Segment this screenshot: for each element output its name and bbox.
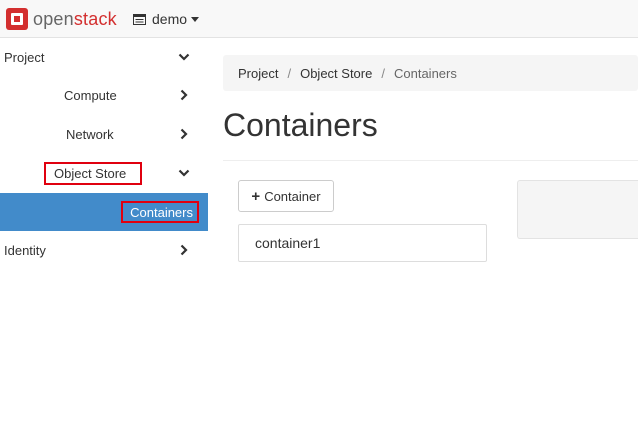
sidebar-item-compute[interactable]: Compute <box>0 76 208 115</box>
sidebar-item-project[interactable]: Project <box>0 38 208 77</box>
sidebar-item-label: Identity <box>4 243 46 258</box>
project-dropdown-label: demo <box>152 11 188 27</box>
sidebar-item-identity[interactable]: Identity <box>0 231 208 270</box>
chevron-down-icon <box>178 169 190 177</box>
chevron-down-icon <box>178 53 190 61</box>
container-name: container1 <box>255 235 321 251</box>
sidebar-item-network[interactable]: Network <box>0 115 208 154</box>
caret-down-icon <box>191 16 200 22</box>
breadcrumb-separator: / <box>287 65 292 81</box>
openstack-logo-icon <box>6 8 28 30</box>
sidebar-item-object-store[interactable]: Object Store <box>0 154 208 193</box>
add-container-label: Container <box>264 188 321 204</box>
sidebar-item-label: Project <box>4 50 45 65</box>
chevron-right-icon <box>180 128 188 140</box>
sidebar: Project Compute Network Object Store Con… <box>0 38 208 434</box>
sidebar-item-label: Containers <box>130 204 193 220</box>
project-dropdown[interactable]: demo <box>133 10 200 28</box>
chevron-right-icon <box>180 244 188 256</box>
breadcrumb-object-store[interactable]: Object Store <box>300 66 372 81</box>
page-title: Containers <box>223 107 378 143</box>
plus-icon: + <box>251 187 261 205</box>
openstack-logo[interactable]: openstack <box>6 8 117 30</box>
top-navbar: openstack demo <box>0 0 638 38</box>
sidebar-item-containers[interactable]: Containers <box>0 193 208 231</box>
breadcrumb-project[interactable]: Project <box>238 66 278 81</box>
container-detail-panel <box>517 180 638 239</box>
chevron-right-icon <box>180 89 188 101</box>
list-item[interactable]: container1 <box>238 224 487 262</box>
project-icon <box>133 13 146 25</box>
sidebar-item-label: Network <box>66 127 114 142</box>
sidebar-item-label: Object Store <box>54 166 127 181</box>
breadcrumb: Project / Object Store / Containers <box>223 55 638 91</box>
breadcrumb-separator: / <box>381 65 385 81</box>
logo-text: openstack <box>33 8 117 29</box>
breadcrumb-containers: Containers <box>393 65 457 81</box>
add-container-button[interactable]: + Container <box>238 180 334 212</box>
title-divider <box>223 160 638 161</box>
sidebar-item-label: Compute <box>64 88 117 103</box>
